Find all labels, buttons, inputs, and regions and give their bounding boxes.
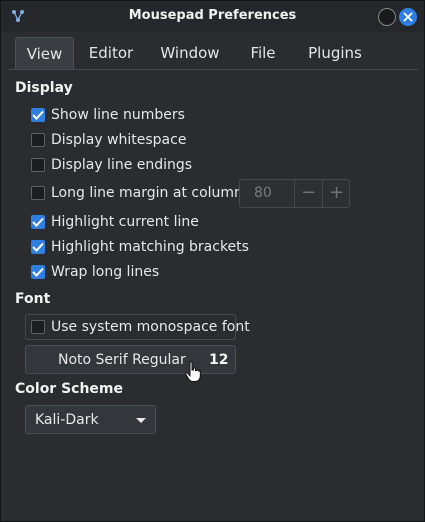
display-heading: Display	[15, 80, 73, 96]
checkbox-checked[interactable]	[31, 215, 45, 229]
color-scheme-dropdown[interactable]: Kali-Dark	[25, 405, 156, 434]
checkbox-checked[interactable]	[31, 265, 45, 279]
highlight-matching-brackets-option[interactable]: Highlight matching brackets	[31, 237, 249, 257]
tab-window[interactable]: Window	[153, 37, 227, 69]
window-title: Mousepad Preferences	[128, 8, 297, 23]
font-size: 12	[209, 352, 229, 368]
checkmark-icon	[32, 110, 44, 120]
checkbox-unchecked[interactable]	[31, 186, 45, 200]
checkmark-icon	[32, 242, 44, 252]
minimize-button[interactable]	[378, 8, 396, 26]
option-label: Use system monospace font	[51, 319, 250, 335]
option-label: Display whitespace	[51, 132, 187, 148]
hand-pointer-icon	[185, 361, 201, 387]
option-label: Long line margin at column:	[51, 185, 248, 201]
highlight-current-line-option[interactable]: Highlight current line	[31, 212, 199, 232]
option-label: Show line numbers	[51, 107, 185, 123]
chevron-down-icon	[136, 418, 146, 423]
decrement-button[interactable]: −	[295, 180, 322, 207]
tab-plugins[interactable]: Plugins	[300, 37, 370, 69]
checkbox-unchecked[interactable]	[31, 320, 45, 334]
option-label: Wrap long lines	[51, 264, 160, 280]
option-label: Highlight matching brackets	[51, 239, 249, 255]
checkbox-checked[interactable]	[31, 240, 45, 254]
wrap-long-lines-option[interactable]: Wrap long lines	[31, 262, 159, 282]
close-button[interactable]	[399, 8, 417, 26]
tab-view[interactable]: View	[15, 37, 74, 69]
display-line-endings-option[interactable]: Display line endings	[31, 155, 192, 175]
option-label: Display line endings	[51, 157, 193, 173]
margin-column-spinbutton[interactable]: 80 − +	[239, 179, 350, 208]
font-chooser-button[interactable]: Noto Serif Regular 12	[25, 345, 236, 374]
checkbox-unchecked[interactable]	[31, 158, 45, 172]
show-line-numbers-option[interactable]: Show line numbers	[31, 105, 185, 125]
checkmark-icon	[32, 217, 44, 227]
font-heading: Font	[15, 291, 51, 307]
color-scheme-heading: Color Scheme	[15, 381, 124, 397]
use-system-font-checkbox-row[interactable]: Use system monospace font	[31, 317, 250, 337]
display-whitespace-option[interactable]: Display whitespace	[31, 130, 186, 150]
title-bar[interactable]: Mousepad Preferences	[1, 1, 424, 32]
close-icon	[403, 12, 413, 22]
option-label: Highlight current line	[51, 214, 199, 230]
tab-file[interactable]: File	[238, 37, 288, 69]
font-name: Noto Serif Regular	[58, 352, 186, 368]
preferences-window: Mousepad Preferences View Editor Window …	[0, 0, 425, 522]
checkbox-unchecked[interactable]	[31, 133, 45, 147]
checkmark-icon	[32, 267, 44, 277]
margin-column-value[interactable]: 80	[254, 185, 272, 201]
long-line-margin-option[interactable]: Long line margin at column:	[31, 183, 248, 203]
checkbox-checked[interactable]	[31, 108, 45, 122]
tab-editor[interactable]: Editor	[81, 37, 141, 69]
color-scheme-value: Kali-Dark	[35, 412, 99, 428]
increment-button[interactable]: +	[323, 180, 350, 207]
